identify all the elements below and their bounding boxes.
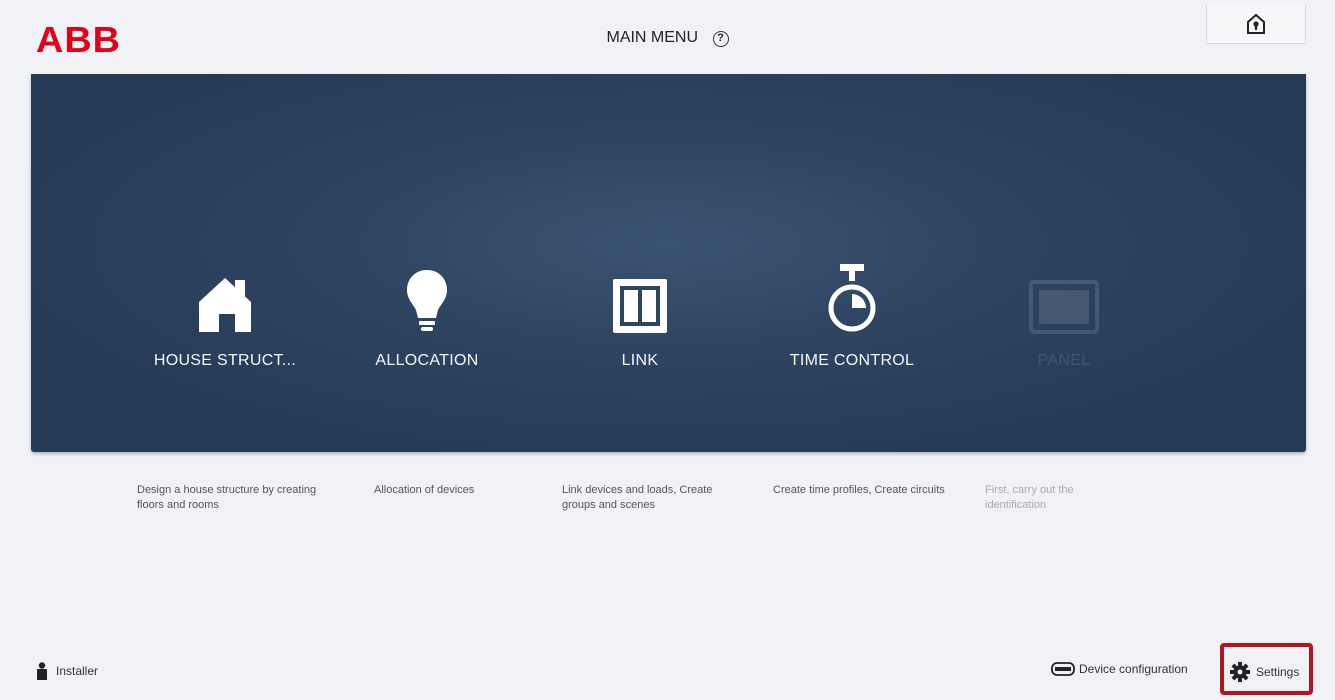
- panel-icon: [1029, 280, 1099, 334]
- tile-label: PANEL: [1037, 352, 1091, 369]
- tile-time-control[interactable]: TIME CONTROL: [767, 264, 937, 384]
- tile-panel: PANEL: [979, 264, 1149, 384]
- tile-label: ALLOCATION: [375, 352, 479, 369]
- device-configuration-button[interactable]: Device configuration: [1051, 662, 1188, 676]
- tile-label: TIME CONTROL: [789, 352, 915, 369]
- user-indicator[interactable]: Installer: [37, 662, 98, 680]
- tile-link[interactable]: LINK: [555, 264, 725, 384]
- tile-label: HOUSE STRUCT...: [153, 352, 297, 369]
- home-icon: [1247, 13, 1265, 34]
- tile-house-structure[interactable]: HOUSE STRUCT...: [140, 264, 310, 384]
- tile-description: Design a house structure by creating flo…: [137, 484, 317, 511]
- tile-description: Create time profiles, Create circuits: [773, 484, 945, 496]
- stopwatch-icon: [828, 264, 876, 332]
- home-button[interactable]: [1206, 4, 1306, 44]
- page-title-wrap: MAIN MENU ?: [0, 29, 1335, 47]
- tile-description: Link devices and loads, Create groups an…: [562, 484, 713, 511]
- tile-description: First, carry out the identification: [985, 484, 1074, 511]
- tile-description: Allocation of devices: [374, 484, 475, 496]
- settings-highlight-box: [1220, 643, 1313, 695]
- header: ABB MAIN MENU ?: [0, 0, 1335, 74]
- page-title: MAIN MENU: [606, 29, 699, 46]
- house-icon: [199, 278, 251, 332]
- user-icon: [37, 662, 47, 680]
- tile-label: LINK: [621, 352, 659, 369]
- help-icon[interactable]: ?: [712, 31, 729, 47]
- lightbulb-icon: [407, 270, 447, 331]
- switch-icon: [613, 279, 667, 333]
- tile-allocation[interactable]: ALLOCATION: [342, 264, 512, 384]
- device-configuration-label: Device configuration: [1079, 662, 1188, 676]
- device-icon: [1051, 662, 1075, 676]
- main-menu-panel: HOUSE STRUCT... ALLOCATION LINK TIME CON…: [31, 74, 1306, 452]
- user-label: Installer: [56, 664, 99, 678]
